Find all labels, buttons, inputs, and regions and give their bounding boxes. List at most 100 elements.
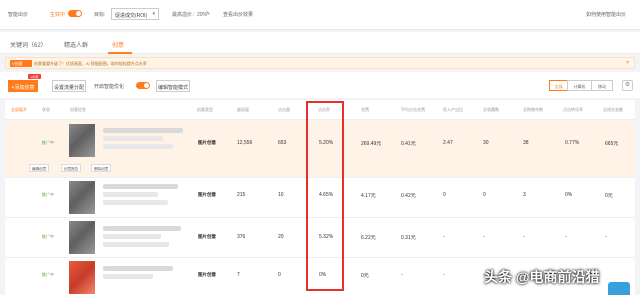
cvr: 0% [565,192,573,198]
edit-smart-mode-button[interactable]: 编辑智能模式 [156,80,190,92]
gmv: 0元 [605,193,613,199]
tab-keywords[interactable]: 关键词（62） [10,40,47,49]
roi: - [443,272,445,278]
col-status: 状态 [42,107,50,112]
impressions: 12,556 [237,140,253,146]
smart-bid-bar: 智能出价 生效中 目标: 促进成交(ROI) ▾ 最高溢价：20% ✎ 查看出价… [0,0,640,30]
edit-icon[interactable]: ✎ [206,11,210,17]
creative-type: 图片创意 [198,192,216,197]
cpc: 0.42元 [401,193,416,199]
roi: - [443,234,445,240]
status-badge: 推广中 [42,140,54,145]
notice-banner: V创意 创意重要升级了！优质画面，AI 智能配图，助你轻松提升点击率 × [5,57,635,69]
roi: 2.47 [443,140,453,146]
expand-all-toggle[interactable]: 全部展开 [11,107,27,113]
impressions: 215 [237,192,246,198]
creative-thumbnail[interactable] [69,221,95,254]
gmv: - [605,234,607,240]
active-tab-indicator [108,52,132,54]
clicks: 653 [278,140,287,146]
device-tab-all[interactable]: 全部 [549,80,568,91]
creative-title [103,266,173,271]
favorites: 30 [483,140,489,146]
target-select-value: 促进成交(ROI) [115,13,148,19]
tab-audience[interactable]: 精选人群 [64,40,88,49]
col-cvr[interactable]: 点击转化率 [563,107,583,113]
clicks: 10 [278,192,284,198]
smart-opt-label: 开启智能优化 [94,84,125,90]
col-favorites[interactable]: 总收藏数 [483,107,499,113]
device-tab-pc[interactable]: 计算机 [567,80,592,91]
creative-type: 图片创意 [198,272,216,277]
notice-badge: V创意 [10,60,32,67]
col-cost[interactable]: 花费 [361,107,369,113]
col-roi[interactable]: 投入产出比 [443,107,463,113]
carts: 3 [523,192,526,198]
creative-subtitle [103,136,163,141]
roi: 0 [443,192,446,198]
cpc: 0.31元 [401,235,416,241]
target-select[interactable]: 促进成交(ROI) ▾ [111,8,159,20]
impressions: 7 [237,272,240,278]
creative-meta [103,242,169,247]
clicks: 0 [278,272,281,278]
smart-opt-toggle[interactable] [136,82,150,89]
mascot-icon [608,282,630,295]
col-creative-type[interactable]: 创意类型 [197,107,213,113]
creative-thumbnail[interactable] [69,124,95,157]
impressions: 376 [237,234,246,240]
help-link[interactable]: 如何使用智能出价 [586,11,626,18]
flow-allocation-button[interactable]: 设置流量分配 [52,80,86,92]
add-creative-button[interactable]: +添加创意 [8,80,38,92]
col-cpc[interactable]: 平均点击花费 [401,107,425,113]
status-label: 生效中 [50,12,66,18]
carts: 38 [523,140,529,146]
tab-creative[interactable]: 创意 [112,40,124,49]
device-tab-mobile[interactable]: 移动 [591,80,613,91]
creative-meta [103,200,168,205]
chevron-down-icon: ▾ [152,11,155,17]
col-clicks[interactable]: 点击量 [278,107,290,113]
cpc: 0.41元 [401,141,416,147]
status-badge: 推广中 [42,192,54,197]
creative-thumbnail[interactable] [69,181,95,214]
max-ratio-label: 最高溢价：20% [172,12,208,18]
col-gmv[interactable]: 总成交金额 [603,107,623,113]
edit-creative-button[interactable]: 编辑创意 [29,164,50,172]
close-icon[interactable]: × [626,60,629,66]
creative-subtitle [103,274,153,279]
carts: - [523,234,525,240]
creative-title [103,128,183,133]
creative-title [103,226,181,231]
cost: 4.17元 [361,193,376,199]
favorites: - [483,234,485,240]
creative-subtitle [103,234,161,239]
cost: 0元 [361,273,369,279]
smart-bid-label: 智能出价 [8,12,29,18]
watermark: 头条 @电商前沿猎 [484,269,600,285]
favorites: 0 [483,192,486,198]
col-carts[interactable]: 总购物车数 [523,107,543,113]
creative-thumbnail[interactable] [69,261,95,294]
creative-type: 图片创意 [198,140,216,145]
gmv: 665元 [605,141,619,147]
status-badge: 推广中 [42,272,54,277]
col-creative-info: 创意信息 [70,107,86,112]
cvr: 0.77% [565,140,580,146]
col-impressions[interactable]: 展现量 [237,107,249,113]
new-badge: V创意 [28,74,41,79]
cost: 6.22元 [361,235,376,241]
creative-type: 图片创意 [198,234,216,239]
ctr-highlight-box [306,101,344,291]
notice-text: 创意重要升级了！优质画面，AI 智能配图，助你轻松提升点击率 [34,61,147,66]
cost: 269.49元 [361,141,382,147]
view-effect-link[interactable]: 查看出价效果 [223,11,253,18]
creative-meta [103,144,173,149]
gear-icon[interactable]: ⚙ [622,80,633,91]
cpc: - [401,272,403,278]
creative-subtitle [103,192,158,197]
delete-creative-button[interactable]: 删除创意 [91,164,112,172]
creative-report-button[interactable]: 创意报告 [61,164,82,172]
smart-bid-toggle[interactable] [68,10,82,17]
creative-title [103,184,178,189]
